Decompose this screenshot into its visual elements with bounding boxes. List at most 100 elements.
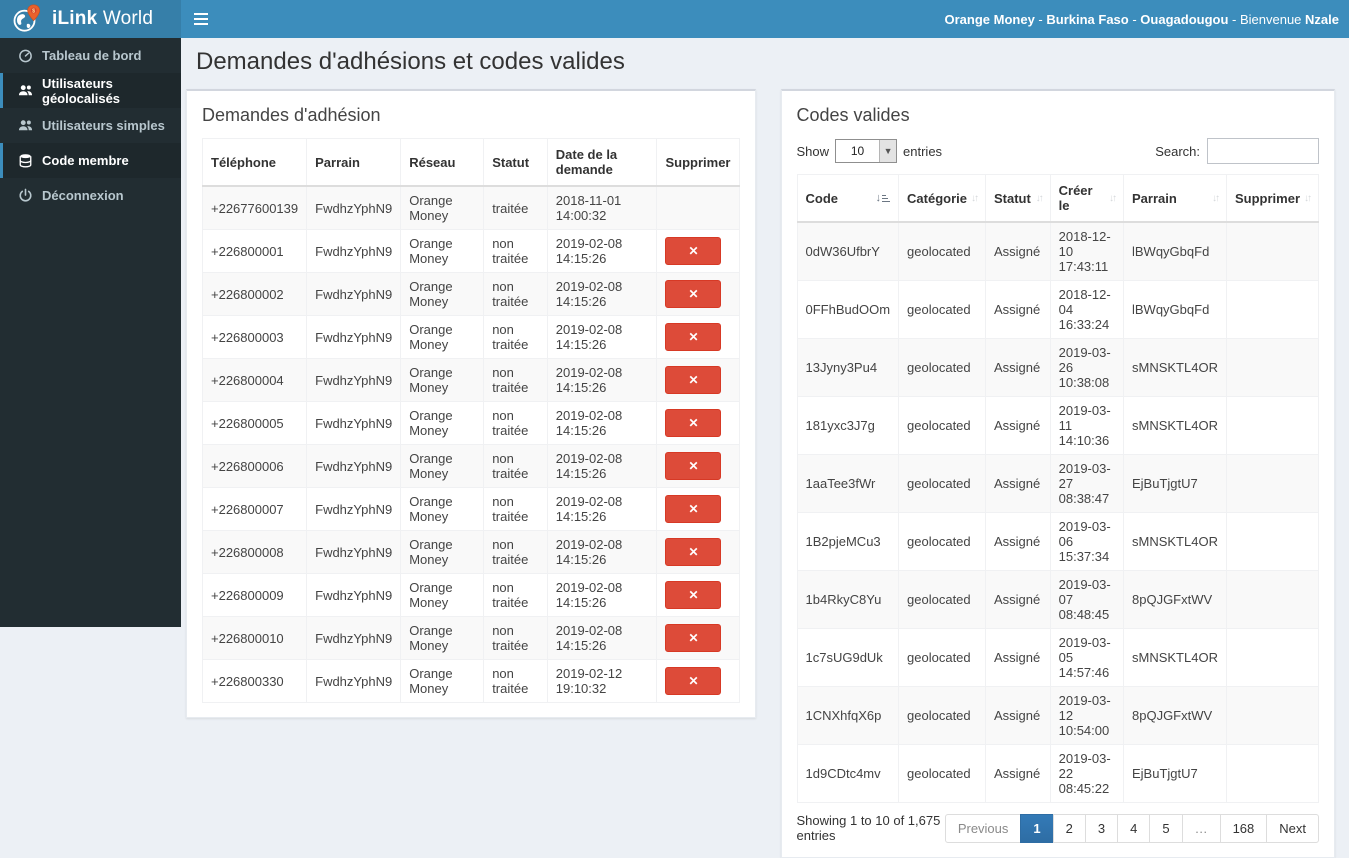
cell-categorie: geolocated	[898, 280, 986, 339]
cell-code: 1B2pjeMCu3	[796, 512, 900, 571]
pagination-button[interactable]: 3	[1084, 813, 1119, 843]
cell-parrain: FwdhzYphN9	[306, 315, 402, 359]
cell-date: 2019-02-08 14:15:26	[546, 229, 658, 273]
cell-creer-le: 2018-12-04 16:33:24	[1049, 280, 1125, 339]
users-icon	[17, 83, 33, 99]
search-input[interactable]	[1207, 138, 1319, 164]
cell-reseau: Orange Money	[400, 573, 485, 617]
top-navbar: $ iLink World Orange Money - Burkina Fas…	[0, 0, 1349, 38]
cell-date: 2019-02-08 14:15:26	[546, 573, 658, 617]
sidebar-item-label: Utilisateurs géolocalisés	[42, 75, 121, 106]
cell-reseau: Orange Money	[400, 272, 485, 316]
sidebar-item-utilisateurs-simples[interactable]: Utilisateurs simples	[0, 108, 181, 143]
cell-statut: Assigné	[985, 396, 1051, 455]
col-header-supprimer[interactable]: Supprimer ↓↑	[1225, 174, 1320, 223]
cell-parrain: FwdhzYphN9	[306, 659, 402, 703]
table-row: +226800009 FwdhzYphN9 Orange Money non t…	[201, 573, 740, 617]
col-header-parrain[interactable]: Parrain ↓↑	[1123, 174, 1227, 223]
cell-supprimer: ✕	[656, 487, 740, 531]
delete-button[interactable]: ✕	[665, 237, 722, 265]
cell-telephone: +226800002	[201, 272, 308, 316]
delete-button[interactable]: ✕	[665, 495, 722, 523]
pagination-button[interactable]: Previous	[944, 813, 1022, 843]
sort-ascending-icon: ↓	[876, 192, 891, 204]
pagination-button[interactable]: 1	[1020, 813, 1054, 843]
sidebar-item-label: Tableau de bord	[42, 48, 142, 63]
cell-date: 2019-02-08 14:15:26	[546, 530, 658, 574]
delete-button[interactable]: ✕	[665, 667, 722, 695]
pagination-button[interactable]: 2	[1052, 813, 1086, 843]
cell-parrain: FwdhzYphN9	[306, 358, 402, 402]
delete-button[interactable]: ✕	[665, 409, 722, 437]
col-header-creer-le[interactable]: Créer le ↓↑	[1049, 174, 1125, 223]
cell-date: 2019-02-08 14:15:26	[546, 401, 658, 445]
cell-categorie: geolocated	[898, 338, 986, 397]
delete-button[interactable]: ✕	[665, 624, 722, 652]
cell-categorie: geolocated	[898, 221, 986, 281]
table-info-text: Showing 1 to 10 of 1,675 entries	[796, 813, 941, 843]
pagination-button[interactable]: 4	[1117, 813, 1151, 843]
col-header-code[interactable]: Code ↓	[796, 174, 900, 223]
cell-date: 2019-02-08 14:15:26	[546, 358, 658, 402]
pagination-button[interactable]: Next	[1266, 813, 1319, 843]
delete-button[interactable]: ✕	[665, 538, 722, 566]
cell-parrain: FwdhzYphN9	[306, 530, 402, 574]
cell-parrain: sMNSKTL4OR	[1123, 628, 1227, 687]
delete-button[interactable]: ✕	[665, 323, 722, 351]
cell-parrain: 8pQJGFxtWV	[1123, 686, 1227, 745]
cell-parrain: EjBuTjgtU7	[1123, 454, 1227, 513]
cell-parrain: FwdhzYphN9	[306, 616, 402, 660]
adhesion-table: Téléphone Parrain Réseau Statut Date de …	[201, 138, 740, 703]
sort-icon: ↓↑	[1211, 192, 1220, 204]
delete-button[interactable]: ✕	[665, 452, 722, 480]
sidebar-item-utilisateurs-geolocalises[interactable]: Utilisateurs géolocalisés	[0, 73, 181, 108]
table-row: 1CNXhfqX6p geolocated Assigné 2019-03-12…	[796, 686, 1320, 745]
chevron-down-icon: ▼	[879, 140, 897, 162]
delete-button[interactable]: ✕	[665, 280, 722, 308]
cell-statut: Assigné	[985, 221, 1051, 281]
cell-statut: Assigné	[985, 686, 1051, 745]
table-row: 1b4RkyC8Yu geolocated Assigné 2019-03-07…	[796, 570, 1320, 629]
table-row: +226800007 FwdhzYphN9 Orange Money non t…	[201, 487, 740, 531]
country-name: Burkina Faso	[1046, 11, 1129, 27]
cell-reseau: Orange Money	[400, 616, 485, 660]
brand-logo-area[interactable]: $ iLink World	[0, 0, 181, 38]
pagination-button[interactable]: 5	[1149, 813, 1183, 843]
cell-date: 2019-02-08 14:15:26	[546, 272, 658, 316]
cell-supprimer: ✕	[656, 315, 740, 359]
pagination: Previous 1 2 3 4 5 … 168 Next	[944, 813, 1319, 843]
table-row: +226800008 FwdhzYphN9 Orange Money non t…	[201, 530, 740, 574]
col-header-statut[interactable]: Statut ↓↑	[985, 174, 1051, 223]
delete-button[interactable]: ✕	[665, 581, 722, 609]
cell-creer-le: 2018-12-10 17:43:11	[1049, 221, 1125, 281]
brand-title-bold: iLink	[52, 8, 98, 29]
sidebar-item-tableau-de-bord[interactable]: Tableau de bord	[0, 38, 181, 73]
adhesion-panel-title: Demandes d'adhésion	[202, 105, 381, 125]
cell-code: 1c7sUG9dUk	[796, 628, 900, 687]
page-length-value: 10	[850, 144, 865, 158]
pagination-button[interactable]: …	[1181, 813, 1221, 843]
database-icon	[17, 153, 33, 169]
sort-icon: ↓↑	[1035, 192, 1044, 204]
adhesion-table-header-row: Téléphone Parrain Réseau Statut Date de …	[201, 138, 740, 187]
table-row: 13Jyny3Pu4 geolocated Assigné 2019-03-26…	[796, 338, 1320, 397]
pagination-button[interactable]: 168	[1219, 813, 1268, 843]
brand-title-rest: World	[97, 8, 154, 29]
cell-date: 2019-02-08 14:15:26	[546, 444, 658, 488]
sidebar-item-code-membre[interactable]: Code membre	[0, 143, 181, 178]
cell-parrain: sMNSKTL4OR	[1123, 512, 1227, 571]
col-header-categorie[interactable]: Catégorie ↓↑	[898, 174, 986, 223]
cell-statut: Assigné	[985, 512, 1051, 571]
page-length-select[interactable]: 10 ▼	[835, 139, 898, 163]
cell-supprimer	[1225, 570, 1320, 629]
delete-button[interactable]: ✕	[665, 366, 722, 394]
cell-supprimer	[1225, 221, 1320, 281]
adhesion-panel: Demandes d'adhésion Téléphone Parrain Ré…	[186, 89, 756, 718]
cell-categorie: geolocated	[898, 512, 986, 571]
sidebar-toggle-button[interactable]	[181, 0, 221, 38]
cell-categorie: geolocated	[898, 744, 986, 803]
cell-categorie: geolocated	[898, 454, 986, 513]
sidebar-item-deconnexion[interactable]: Déconnexion	[0, 178, 181, 213]
col-header-date: Date de la demande	[546, 138, 658, 187]
sidebar-item-label: Déconnexion	[42, 188, 124, 203]
